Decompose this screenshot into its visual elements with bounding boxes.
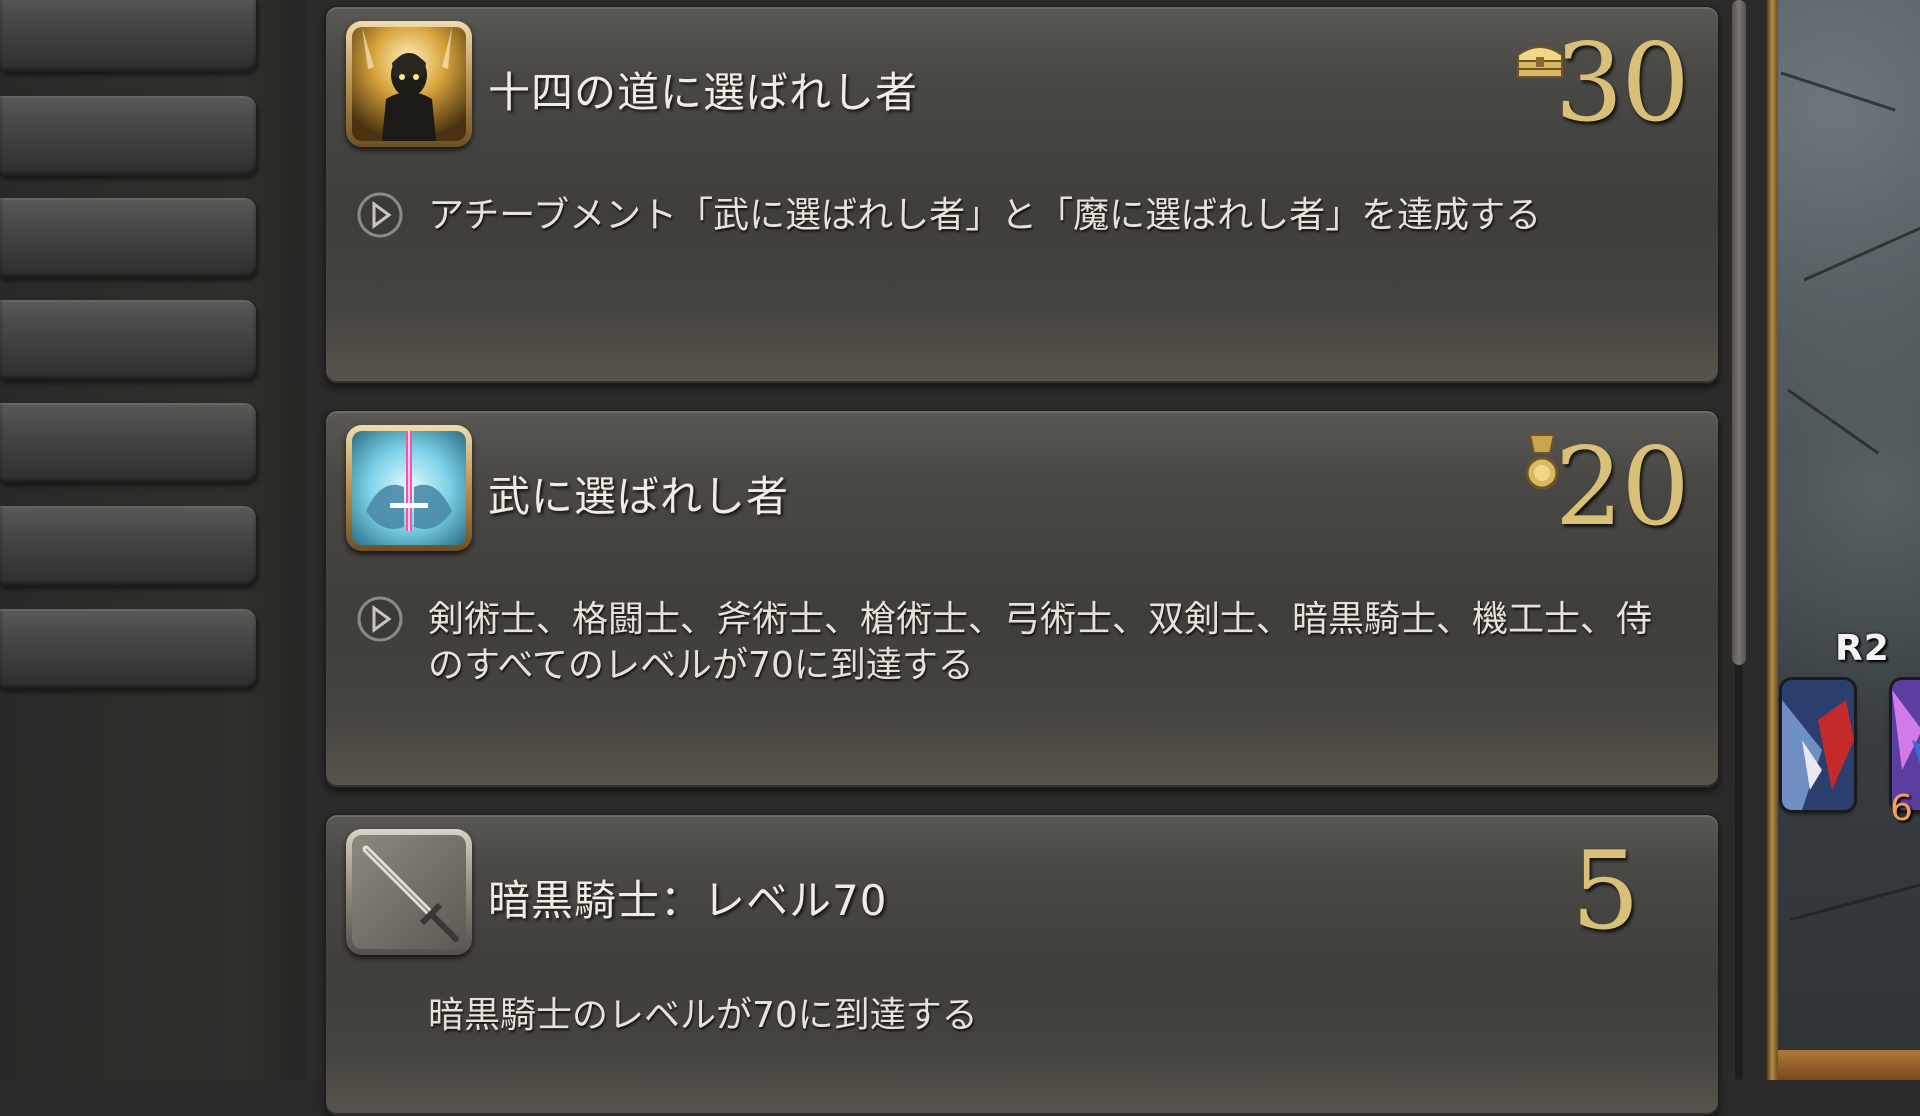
category-tab[interactable]	[0, 300, 256, 380]
achievement-title: 武に選ばれし者	[488, 472, 790, 521]
achievement-description: 暗黒騎士のレベルが70に到達する	[428, 995, 978, 1036]
category-sidebar	[0, 0, 308, 1080]
achievement-description: 剣術士、格闘士、斧術士、槍術士、弓術士、双剣士、暗黒騎士、機工士、侍のすべてのレ…	[428, 599, 1653, 686]
achievement-points: 20	[1554, 425, 1690, 550]
linked-achievements-icon[interactable]	[356, 191, 404, 239]
dark-knight-portrait-icon	[346, 21, 472, 147]
category-tab[interactable]	[0, 609, 256, 689]
scrollbar-thumb[interactable]	[1732, 0, 1746, 665]
achievement-title: 十四の道に選ばれし者	[488, 68, 919, 117]
list-scrollbar[interactable]	[1729, 0, 1749, 1080]
glowing-sword-icon	[346, 425, 472, 551]
achievement-card[interactable]: 暗黒騎士：レベル70 5 暗黒騎士のレベルが70に到達する	[325, 814, 1719, 1116]
bottom-bar	[1778, 1050, 1920, 1080]
achievement-description: アチーブメント「武に選ばれし者」と「魔に選ばれし者」を達成する	[428, 195, 1542, 236]
achievement-card[interactable]: 武に選ばれし者 20 剣術士、格闘士、斧術士、槍術士、弓術士、双剣士、暗黒騎士、…	[325, 410, 1719, 788]
achievement-list: 十四の道に選ばれし者 30 アチーブメント「武に選ばれし者」と「魔に選ばれし者」…	[305, 0, 1773, 1116]
category-tab[interactable]	[0, 96, 256, 176]
category-tab[interactable]	[0, 198, 256, 278]
achievement-title: 暗黒騎士：レベル70	[488, 876, 888, 925]
achievement-card[interactable]: 十四の道に選ばれし者 30 アチーブメント「武に選ばれし者」と「魔に選ばれし者」…	[325, 6, 1719, 384]
window-border	[1766, 0, 1778, 1080]
achievement-points: 30	[1554, 21, 1690, 146]
category-tab[interactable]	[0, 0, 256, 72]
hotbar-skill-icon[interactable]	[1782, 680, 1854, 810]
achievement-points: 5	[1571, 829, 1640, 954]
game-background	[1778, 0, 1920, 1080]
hotbar-recast-number: 6	[1890, 788, 1913, 829]
hotbar-label: R2	[1835, 628, 1890, 669]
linked-achievements-icon[interactable]	[356, 595, 404, 643]
category-tab[interactable]	[0, 403, 256, 483]
category-tab[interactable]	[0, 506, 256, 586]
greatsword-icon	[346, 829, 472, 955]
